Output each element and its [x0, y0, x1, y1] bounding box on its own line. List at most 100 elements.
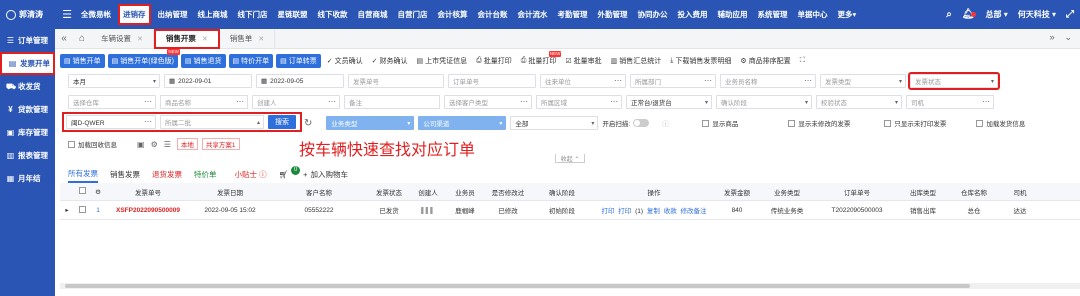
sidebar-item-payment[interactable]: ¥ 贷款管理: [0, 98, 55, 121]
special-price-button[interactable]: ▤ 特价开单: [228, 53, 274, 68]
save-icon[interactable]: ▣: [137, 140, 145, 149]
salesman-input[interactable]: 业务员名称 ⋯: [720, 74, 816, 88]
order-to-invoice-button[interactable]: ▤ 订单转票: [276, 53, 321, 68]
help-icon[interactable]: ⓘ: [662, 118, 669, 128]
more-icon[interactable]: ⋯: [982, 97, 990, 106]
close-icon[interactable]: ✕: [137, 35, 143, 43]
tab-special-price[interactable]: 特价单: [194, 165, 217, 183]
row-expand-icon[interactable]: ▸: [60, 206, 74, 214]
clerk-confirm-button[interactable]: ✓ 文员确认: [324, 56, 366, 66]
col-warehouse[interactable]: 仓库名称: [948, 187, 1000, 197]
sales-return-button[interactable]: ▤ 销售退货: [180, 53, 226, 68]
settings-icon[interactable]: ⚙: [151, 140, 158, 149]
product-input[interactable]: 商品名称 ⋯: [160, 95, 248, 109]
date-end-input[interactable]: ▦ 2022-09-05: [256, 74, 344, 88]
checkbox[interactable]: [68, 140, 75, 148]
nav-item[interactable]: 线下收款: [313, 0, 353, 29]
show-unprinted-checkbox[interactable]: 只显示未打印发票: [884, 118, 976, 128]
shared-scheme-tag[interactable]: 共享方案1: [201, 138, 240, 150]
business-type-select[interactable]: 业务类型 ▾: [326, 116, 415, 130]
order-no-input[interactable]: 订单单号: [448, 74, 536, 88]
more-icon[interactable]: ⋯: [520, 97, 528, 106]
tabs-back-icon[interactable]: «: [55, 33, 73, 44]
col-outbound[interactable]: 出库类型: [898, 187, 948, 197]
confirm-stage-select[interactable]: 确认阶段 ▾: [716, 95, 812, 109]
col-driver[interactable]: 司机: [1000, 187, 1040, 197]
row-checkbox[interactable]: [74, 205, 90, 215]
second-batch-input[interactable]: 所属二批 ▴: [160, 115, 264, 129]
company-channel-select[interactable]: 公司渠道 ▾: [418, 116, 507, 130]
org-selector[interactable]: 总部 ▾: [986, 9, 1008, 20]
close-icon[interactable]: ✕: [202, 35, 208, 43]
nav-item[interactable]: 线下门店: [233, 0, 273, 29]
batch-print-button[interactable]: ⎙ 批量打印: [473, 56, 515, 66]
checkbox[interactable]: [884, 119, 892, 127]
home-icon[interactable]: ⌂: [73, 33, 91, 44]
review-status-select[interactable]: 校验状态 ▾: [816, 95, 902, 109]
plate-input[interactable]: 闽D-QWER ⋯: [66, 115, 156, 129]
voucher-info-button[interactable]: ▤ 上市凭证信息: [414, 56, 471, 66]
hamburger-icon[interactable]: ☰: [58, 8, 76, 21]
nav-item[interactable]: 会计台账: [473, 0, 513, 29]
checkbox[interactable]: [976, 119, 984, 127]
finance-confirm-button[interactable]: ✓ 财务确认: [369, 56, 411, 66]
col-creator[interactable]: 创建人: [410, 187, 446, 197]
copy-link[interactable]: 复制: [647, 208, 660, 215]
local-scheme-tag[interactable]: 本地: [176, 138, 198, 150]
nav-item[interactable]: 辅助应用: [713, 0, 753, 29]
print-link[interactable]: 打印: [618, 208, 631, 215]
search-button[interactable]: 搜索: [268, 115, 296, 129]
tab-all-invoices[interactable]: 所有发票: [68, 165, 98, 183]
cell-invoice-no[interactable]: XSFP2022090500009: [106, 207, 190, 214]
warehouse-input[interactable]: 选择仓库 ⋯: [68, 95, 156, 109]
product-sort-button[interactable]: ⚙ 商品排序配置: [737, 56, 793, 66]
load-recycle-checkbox[interactable]: 加载回收信息: [68, 139, 117, 149]
table-row[interactable]: ▸ 1 XSFP2022090500009 2022-09-05 15:02 0…: [60, 201, 1080, 220]
nav-item[interactable]: 考勤管理: [553, 0, 593, 29]
batch-print-new-button[interactable]: ⎙ 批量打印 NEW: [518, 50, 562, 66]
edit-remark-link[interactable]: 修改备注: [681, 208, 707, 215]
expand-icon[interactable]: ⤢: [1066, 9, 1074, 20]
nav-item-active[interactable]: 进销存: [118, 4, 151, 25]
dept-input[interactable]: 所属部门 ⋯: [630, 74, 716, 88]
more-icon[interactable]: ⋯: [328, 97, 336, 106]
close-icon[interactable]: ✕: [258, 35, 264, 43]
refresh-icon[interactable]: ↻: [304, 118, 312, 129]
scan-toggle[interactable]: [633, 119, 650, 127]
region-input[interactable]: 所属区域 ⋯: [536, 95, 622, 109]
col-invoice-no[interactable]: 发票单号: [106, 187, 190, 197]
checkbox[interactable]: [702, 119, 710, 127]
search-icon[interactable]: ⌕: [946, 9, 952, 20]
col-status[interactable]: 发票状态: [368, 187, 410, 197]
download-detail-button[interactable]: ⤓ 下载销售发票明细: [667, 56, 734, 66]
column-settings-icon[interactable]: ⚙: [90, 188, 106, 196]
col-stage[interactable]: 确认阶段: [532, 187, 592, 197]
customer-type-input[interactable]: 选择客户类型 ⋯: [444, 95, 532, 109]
period-select[interactable]: 本月 ▾: [68, 74, 160, 88]
col-customer[interactable]: 客户名称: [270, 187, 368, 197]
col-modified[interactable]: 是否修改过: [484, 187, 532, 197]
horizontal-scrollbar[interactable]: [60, 283, 1080, 289]
col-salesman[interactable]: 业务员: [446, 187, 484, 197]
receive-link[interactable]: 收款: [664, 208, 677, 215]
tabs-forward-icon[interactable]: »: [1049, 32, 1054, 43]
fullscreen-icon[interactable]: ⛶: [797, 57, 808, 65]
tab-vehicle-settings[interactable]: 车辆设置 ✕: [91, 28, 154, 49]
col-biz-type[interactable]: 业务类型: [758, 187, 816, 197]
nav-item[interactable]: 星链联盟: [273, 0, 313, 29]
sidebar-item-reports[interactable]: ▥ 报表管理: [0, 144, 55, 167]
more-icon[interactable]: ⋯: [614, 76, 622, 85]
show-products-checkbox[interactable]: 显示商品: [702, 118, 788, 128]
batch-approve-button[interactable]: ☑ 批量审批: [562, 56, 604, 66]
nav-item[interactable]: 会计核算: [433, 0, 473, 29]
tab-sales-order[interactable]: 销售单 ✕: [220, 28, 276, 49]
sidebar-item-inventory[interactable]: ▣ 库存管理: [0, 121, 55, 144]
unit-input[interactable]: 往来单位 ⋯: [540, 74, 626, 88]
show-unmodified-checkbox[interactable]: 显示未修改的发票: [788, 118, 884, 128]
sidebar-item-closing[interactable]: ▦ 月年结: [0, 167, 55, 190]
add-to-cart-button[interactable]: 🛒︎ 0 + 加入购物车: [279, 165, 348, 183]
company-selector[interactable]: 何天科技 ▾: [1018, 9, 1056, 20]
more-icon[interactable]: ⋯: [144, 117, 152, 126]
nav-item-more[interactable]: 更多 ▾: [833, 0, 862, 29]
sidebar-item-invoice[interactable]: ▤ 发票开单: [0, 52, 55, 75]
